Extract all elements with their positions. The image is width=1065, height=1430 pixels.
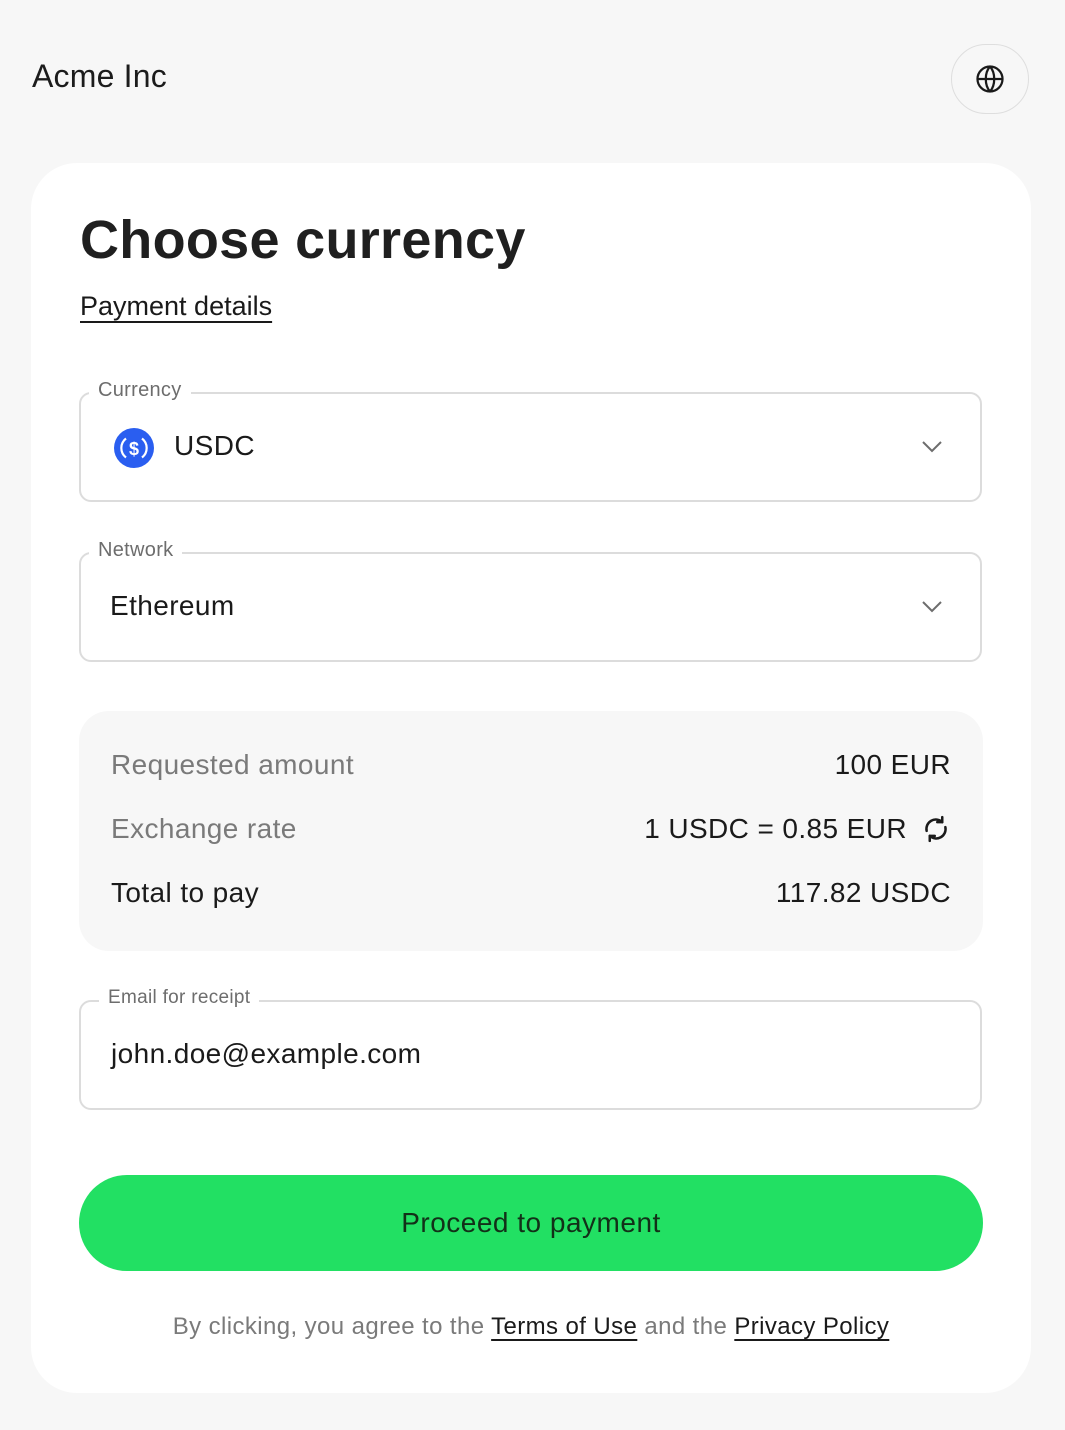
total-label: Total to pay	[111, 877, 259, 908]
exchange-rate-value: 1 USDC = 0.85 EUR	[644, 813, 907, 844]
network-value: Ethereum	[110, 590, 235, 621]
checkout-card: Choose currency Payment details Currency…	[31, 163, 1031, 1393]
brand-name: Acme Inc	[32, 58, 167, 94]
network-select[interactable]: Network Ethereum	[79, 539, 982, 662]
legal-middle: and the	[637, 1313, 735, 1340]
total-value: 117.82 USDC	[775, 877, 951, 908]
usdc-coin-icon: $	[113, 427, 155, 469]
currency-label: Currency	[89, 379, 191, 402]
email-label: Email for receipt	[99, 987, 260, 1009]
requested-amount-label: Requested amount	[111, 749, 355, 780]
proceed-to-payment-button[interactable]: Proceed to payment	[79, 1175, 983, 1271]
language-button[interactable]	[951, 44, 1029, 114]
exchange-rate-row: Exchange rate 1 USDC = 0.85 EUR	[111, 813, 951, 853]
terms-of-use-link[interactable]: Terms of Use	[491, 1313, 637, 1340]
header: Acme Inc	[0, 0, 1065, 160]
requested-amount-value: 100 EUR	[834, 749, 951, 780]
svg-text:$: $	[129, 439, 139, 459]
chevron-down-icon	[920, 434, 944, 463]
payment-summary: Requested amount 100 EUR Exchange rate 1…	[79, 711, 983, 951]
legal-notice: By clicking, you agree to the Terms of U…	[31, 1313, 1031, 1341]
currency-value: USDC	[174, 430, 255, 461]
page-title: Choose currency	[80, 210, 526, 270]
exchange-rate-label: Exchange rate	[111, 813, 297, 844]
email-value[interactable]: john.doe@example.com	[111, 1038, 421, 1070]
requested-amount-row: Requested amount 100 EUR	[111, 749, 951, 789]
network-label: Network	[89, 539, 183, 562]
payment-details-link[interactable]: Payment details	[80, 291, 272, 322]
email-field[interactable]: Email for receipt john.doe@example.com	[79, 987, 982, 1110]
legal-prefix: By clicking, you agree to the	[172, 1313, 492, 1340]
exchange-rate: 1 USDC = 0.85 EUR	[644, 813, 951, 845]
refresh-icon[interactable]	[921, 814, 951, 844]
currency-select[interactable]: Currency $ USDC	[79, 379, 982, 502]
total-row: Total to pay 117.82 USDC	[111, 877, 951, 917]
privacy-policy-link[interactable]: Privacy Policy	[734, 1313, 889, 1340]
chevron-down-icon	[920, 594, 944, 623]
globe-icon	[975, 64, 1005, 94]
